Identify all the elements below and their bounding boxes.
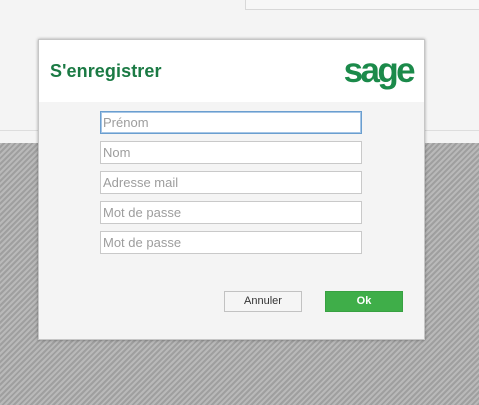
first-name-field[interactable] (100, 111, 362, 134)
confirm-password-field[interactable] (100, 231, 362, 254)
dialog-header: S'enregistrer sage (39, 40, 424, 102)
password-field[interactable] (100, 201, 362, 224)
last-name-field[interactable] (100, 141, 362, 164)
dialog-title: S'enregistrer (50, 61, 162, 81)
register-dialog: S'enregistrer sage Annuler Ok (38, 39, 425, 340)
top-right-panel (245, 0, 479, 10)
sage-logo: sage (343, 51, 416, 90)
ok-button[interactable]: Ok (325, 291, 403, 312)
email-field[interactable] (100, 171, 362, 194)
cancel-button[interactable]: Annuler (224, 291, 302, 312)
